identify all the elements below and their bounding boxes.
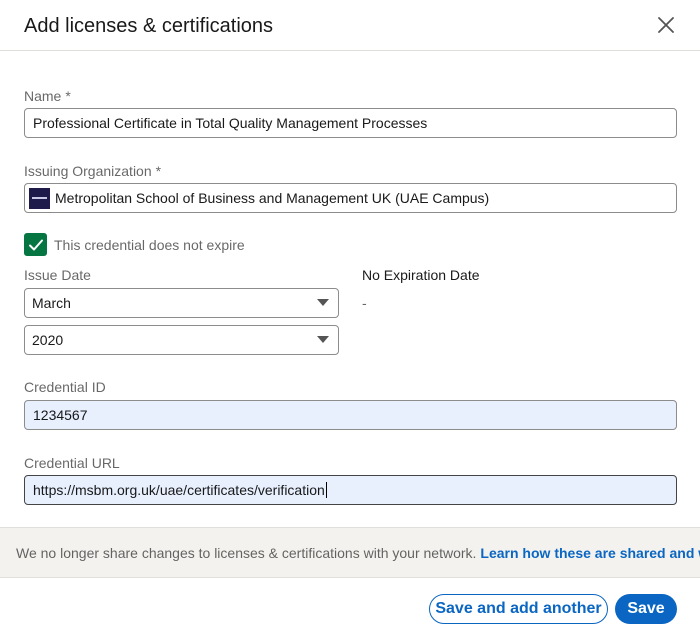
dialog-header: Add licenses & certifications: [0, 0, 700, 51]
credential-id-value: 1234567: [33, 407, 88, 423]
save-button[interactable]: Save: [615, 594, 677, 624]
name-input[interactable]: Professional Certificate in Total Qualit…: [24, 108, 677, 138]
credential-url-input[interactable]: https://msbm.org.uk/uae/certificates/ver…: [24, 475, 677, 505]
text-caret: [325, 482, 327, 498]
credential-url-label: Credential URL: [24, 455, 120, 471]
organization-logo: [29, 187, 50, 209]
no-expire-checkbox[interactable]: [24, 233, 47, 256]
issue-year-select[interactable]: 2020: [24, 325, 339, 355]
close-icon: [658, 17, 674, 33]
name-input-value: Professional Certificate in Total Qualit…: [33, 115, 428, 131]
expiration-value: -: [362, 295, 367, 311]
no-expire-label: This credential does not expire: [54, 237, 245, 253]
save-and-add-another-button[interactable]: Save and add another: [429, 594, 608, 624]
dialog-title: Add licenses & certifications: [24, 15, 274, 37]
organization-label: Issuing Organization *: [24, 163, 162, 179]
expiration-label: No Expiration Date: [362, 267, 480, 283]
caret-down-icon: [317, 299, 329, 306]
organization-input-value: Metropolitan School of Business and Mana…: [55, 190, 490, 206]
issue-year-value: 2020: [32, 332, 64, 348]
name-label: Name *: [24, 88, 71, 104]
learn-more-link[interactable]: Learn how these are shared and when: [480, 545, 700, 561]
notice-text: We no longer share changes to licenses &…: [16, 544, 477, 561]
issue-date-label: Issue Date: [24, 267, 91, 283]
caret-down-icon: [317, 336, 329, 343]
organization-input[interactable]: Metropolitan School of Business and Mana…: [24, 183, 677, 213]
issue-month-value: March: [32, 295, 71, 311]
credential-id-label: Credential ID: [24, 379, 106, 395]
credential-url-value: https://msbm.org.uk/uae/certificates/ver…: [33, 482, 325, 498]
sharing-notice: We no longer share changes to licenses &…: [0, 527, 700, 578]
close-button[interactable]: [651, 10, 681, 40]
issue-month-select[interactable]: March: [24, 288, 339, 318]
checkmark-icon: [28, 239, 43, 250]
credential-id-input[interactable]: 1234567: [24, 400, 677, 430]
